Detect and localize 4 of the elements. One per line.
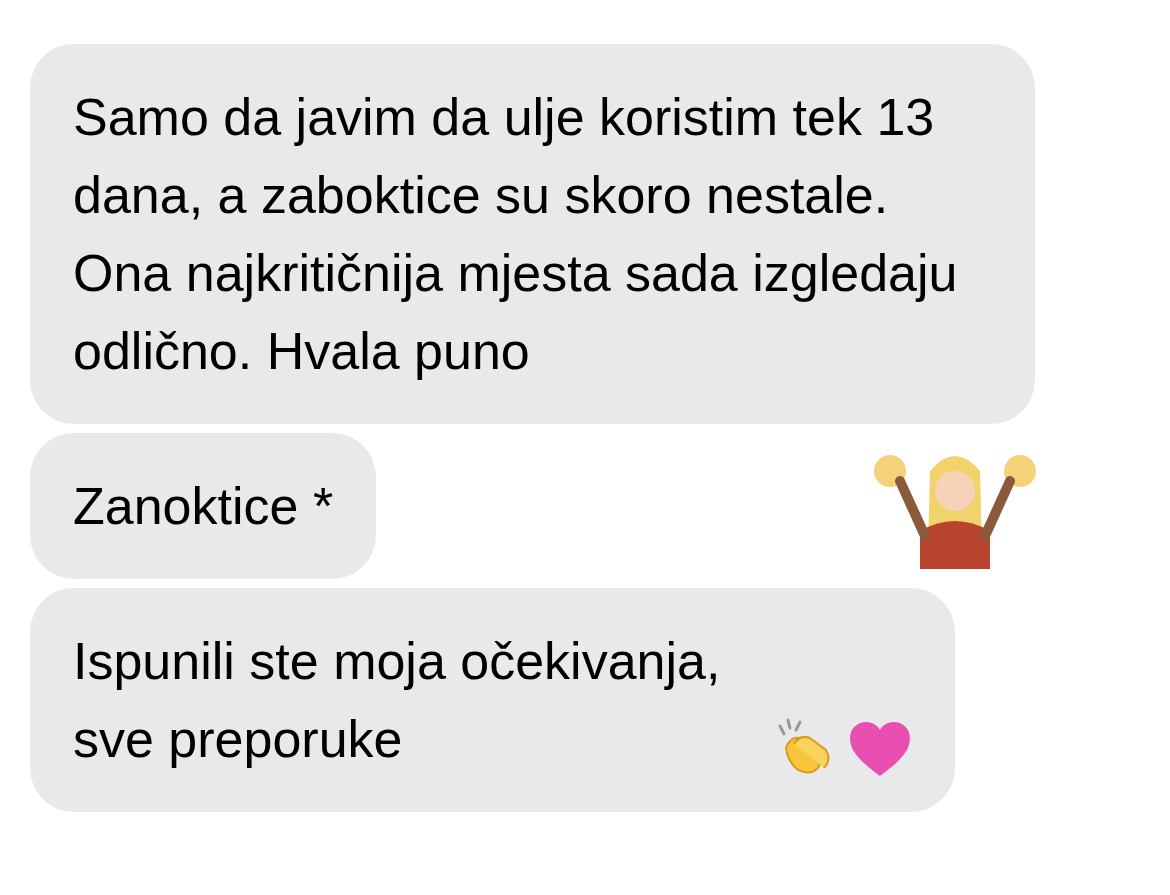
message-text: Samo da javim da ulje koristim tek 13 dana, a zaboktice su skoro nestale. Ona najkritičnija mjesta sada izgledaju odlično. Hvala puno: [73, 88, 958, 380]
message-text: Zanoktice *: [73, 477, 334, 535]
heart-icon: [848, 720, 912, 778]
message-text: Ispunili ste moja očekivanja, sve preporuke: [73, 631, 722, 770]
